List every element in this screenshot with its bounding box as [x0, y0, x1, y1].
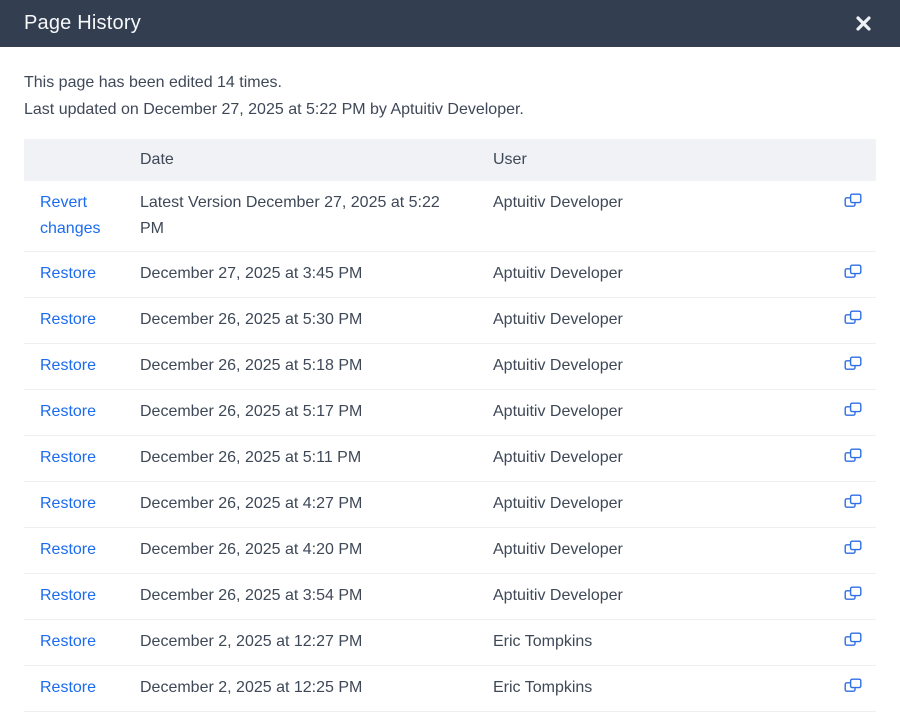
last-updated-text: Last updated on December 27, 2025 at 5:2… [24, 96, 876, 123]
version-date: December 2, 2025 at 12:25 PM [140, 666, 493, 712]
version-user: Eric Tompkins [493, 620, 821, 666]
version-user: Eric Tompkins [493, 666, 821, 712]
version-date: December 2, 2025 at 12:27 PM [140, 620, 493, 666]
version-user: Aptuitiv Developer [493, 574, 821, 620]
restore-link[interactable]: Restore [40, 357, 96, 374]
table-row: Restore December 26, 2025 at 4:20 PM Apt… [24, 528, 876, 574]
restore-link[interactable]: Restore [40, 449, 96, 466]
restore-link[interactable]: Restore [40, 633, 96, 650]
compare-version-button[interactable] [844, 445, 863, 463]
restore-link[interactable]: Restore [40, 587, 96, 604]
restore-link[interactable]: Restore [40, 541, 96, 558]
version-date: December 27, 2025 at 3:45 PM [140, 252, 493, 298]
table-header-row: Date User [24, 139, 876, 181]
restore-link[interactable]: Restore [40, 265, 96, 282]
version-user: Aptuitiv Developer [493, 390, 821, 436]
compare-version-button[interactable] [844, 491, 863, 509]
compare-versions-icon [844, 193, 863, 208]
restore-link[interactable]: Restore [40, 403, 96, 420]
version-user: Aptuitiv Developer [493, 344, 821, 390]
compare-versions-icon [844, 356, 863, 371]
compare-versions-icon [844, 540, 863, 555]
version-date: December 26, 2025 at 3:54 PM [140, 574, 493, 620]
column-header-action [24, 139, 140, 181]
version-user: Aptuitiv Developer [493, 252, 821, 298]
version-user: Aptuitiv Developer [493, 181, 821, 252]
compare-version-button[interactable] [844, 583, 863, 601]
column-header-date: Date [140, 139, 493, 181]
version-user: Aptuitiv Developer [493, 528, 821, 574]
restore-link[interactable]: Restore [40, 679, 96, 696]
version-date: December 26, 2025 at 5:30 PM [140, 298, 493, 344]
version-date: December 26, 2025 at 5:17 PM [140, 390, 493, 436]
version-user: Eric Tompkins [493, 712, 821, 720]
close-icon [855, 15, 872, 32]
version-user: Aptuitiv Developer [493, 298, 821, 344]
modal-header: Page History [0, 0, 900, 47]
compare-versions-icon [844, 586, 863, 601]
version-date: December 26, 2025 at 5:18 PM [140, 344, 493, 390]
table-row: Restore December 26, 2025 at 3:54 PM Apt… [24, 574, 876, 620]
compare-version-button[interactable] [844, 190, 863, 208]
table-row: Restore December 27, 2025 at 3:45 PM Apt… [24, 252, 876, 298]
history-table-wrap: Date User Revert changes Latest Version … [24, 139, 876, 720]
compare-version-button[interactable] [844, 261, 863, 279]
version-user: Aptuitiv Developer [493, 436, 821, 482]
version-date: December 26, 2025 at 4:20 PM [140, 528, 493, 574]
compare-version-button[interactable] [844, 629, 863, 647]
edit-count-text: This page has been edited 14 times. [24, 69, 876, 96]
compare-version-button[interactable] [844, 353, 863, 371]
edit-summary: This page has been edited 14 times. Last… [0, 47, 900, 123]
compare-versions-icon [844, 632, 863, 647]
table-row: Restore December 26, 2025 at 5:17 PM Apt… [24, 390, 876, 436]
column-header-user: User [493, 139, 821, 181]
compare-version-button[interactable] [844, 307, 863, 325]
compare-version-button[interactable] [844, 675, 863, 693]
version-date: Latest Version December 27, 2025 at 5:22… [140, 181, 493, 252]
version-date: December 2, 2025 at 12:23 PM [140, 712, 493, 720]
page-title: Page History [24, 12, 141, 35]
compare-versions-icon [844, 448, 863, 463]
compare-versions-icon [844, 264, 863, 279]
close-button[interactable] [851, 11, 876, 36]
table-row: Restore December 2, 2025 at 12:27 PM Eri… [24, 620, 876, 666]
table-row: Restore December 26, 2025 at 5:18 PM Apt… [24, 344, 876, 390]
table-row: Restore December 26, 2025 at 5:11 PM Apt… [24, 436, 876, 482]
compare-version-button[interactable] [844, 399, 863, 417]
restore-link[interactable]: Restore [40, 311, 96, 328]
compare-versions-icon [844, 494, 863, 509]
restore-link[interactable]: Restore [40, 495, 96, 512]
version-date: December 26, 2025 at 4:27 PM [140, 482, 493, 528]
version-date: December 26, 2025 at 5:11 PM [140, 436, 493, 482]
table-row: Restore December 2, 2025 at 12:23 PM Eri… [24, 712, 876, 720]
compare-versions-icon [844, 402, 863, 417]
version-user: Aptuitiv Developer [493, 482, 821, 528]
history-table: Date User Revert changes Latest Version … [24, 139, 876, 720]
column-header-icon [821, 139, 876, 181]
table-row: Restore December 2, 2025 at 12:25 PM Eri… [24, 666, 876, 712]
table-row: Restore December 26, 2025 at 5:30 PM Apt… [24, 298, 876, 344]
compare-versions-icon [844, 678, 863, 693]
table-row: Revert changes Latest Version December 2… [24, 181, 876, 252]
compare-version-button[interactable] [844, 537, 863, 555]
revert-changes-link[interactable]: Revert changes [40, 194, 101, 237]
table-row: Restore December 26, 2025 at 4:27 PM Apt… [24, 482, 876, 528]
compare-versions-icon [844, 310, 863, 325]
